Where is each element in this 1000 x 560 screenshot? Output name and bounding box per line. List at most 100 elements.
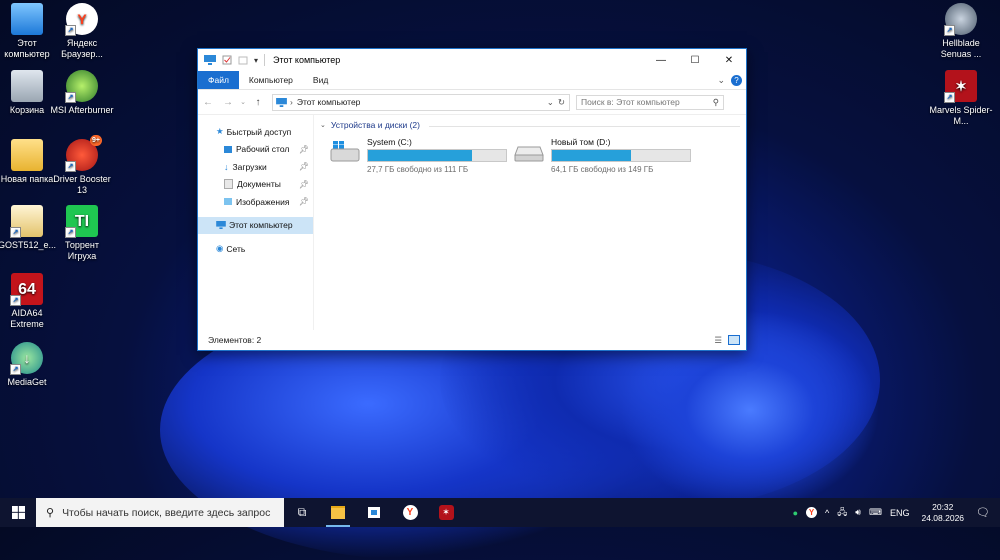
desktop-icon-yandex[interactable]: Y ↗ Яндекс Браузер... xyxy=(50,3,114,60)
navigation-pane: ★ Быстрый доступ Рабочий стол 📌︎ ↓ Загру… xyxy=(198,115,314,330)
desktop-icon-mediaget[interactable]: ↓ ↗ MediaGet xyxy=(0,342,59,388)
tab-computer[interactable]: Компьютер xyxy=(239,71,303,89)
breadcrumb-chevron-icon[interactable]: › xyxy=(290,97,293,107)
maximize-button[interactable]: ☐ xyxy=(678,49,712,71)
drive-item[interactable]: Новый том (D:) 64,1 ГБ свободно из 149 Г… xyxy=(514,137,691,174)
computer-icon xyxy=(11,3,43,35)
pictures-icon xyxy=(224,198,232,206)
spider-man-icon: ✶ ↗ xyxy=(944,70,977,103)
shortcut-arrow-icon: ↗ xyxy=(10,364,21,375)
clock[interactable]: 20:32 24.08.2026 xyxy=(921,502,964,524)
desktop-icon-label: Driver Booster 13 xyxy=(53,174,111,195)
desktop-icon-torrent-igruha[interactable]: TI ↗ Торрент Игруха xyxy=(50,205,114,262)
shortcut-arrow-icon: ↗ xyxy=(944,25,955,36)
details-view-icon[interactable]: ☰ xyxy=(714,335,722,346)
taskbar-explorer[interactable] xyxy=(320,498,356,527)
yandex-browser-icon: Y xyxy=(402,505,418,520)
notifications-icon[interactable]: 🗨︎ xyxy=(976,506,990,519)
address-dropdown-icon[interactable]: ⌄ xyxy=(547,97,554,108)
devices-group-header[interactable]: ⌄ Устройства и диски (2) xyxy=(320,120,420,130)
taskbar-search-input[interactable]: ⚲ Чтобы начать поиск, введите здесь запр… xyxy=(36,498,284,527)
nav-documents[interactable]: Документы 📌︎ xyxy=(198,176,313,194)
nav-pictures[interactable]: Изображения 📌︎ xyxy=(198,193,313,211)
task-view-button[interactable]: ⧉ xyxy=(284,498,320,527)
refresh-icon[interactable]: ↻ xyxy=(558,97,565,108)
close-button[interactable]: ✕ xyxy=(712,49,746,71)
desktop-icon-hellblade[interactable]: ↗ Hellblade Senuas ... xyxy=(929,3,993,60)
nav-quick-access[interactable]: ★ Быстрый доступ xyxy=(198,123,313,141)
search-input[interactable]: Поиск в: Этот компьютер ⚲ xyxy=(576,94,724,110)
collapse-chevron-icon[interactable]: ⌄ xyxy=(320,121,326,129)
drive-free-space: 64,1 ГБ свободно из 149 ГБ xyxy=(551,165,654,174)
shortcut-arrow-icon: ↗ xyxy=(65,25,76,36)
nav-label: Рабочий стол xyxy=(236,144,290,155)
content-pane: ⌄ Устройства и диски (2) System (C:) 27,… xyxy=(314,115,746,330)
pin-icon[interactable]: 📌︎ xyxy=(299,180,309,189)
quick-access-dropdown-icon[interactable]: ▾ xyxy=(254,56,258,65)
pin-icon[interactable]: 📌︎ xyxy=(299,162,309,171)
store-icon xyxy=(368,507,380,518)
forward-arrow-icon[interactable]: → xyxy=(218,97,238,108)
pin-icon[interactable]: 📌︎ xyxy=(299,197,309,206)
title-bar[interactable]: ▾ Этот компьютер — ☐ ✕ xyxy=(198,49,746,71)
explorer-window[interactable]: ▾ Этот компьютер — ☐ ✕ Файл Компьютер Ви… xyxy=(197,48,747,351)
group-title: Устройства и диски (2) xyxy=(330,120,420,130)
ribbon-tabs: Файл Компьютер Вид ⌄ ? xyxy=(198,71,746,90)
nav-desktop[interactable]: Рабочий стол 📌︎ xyxy=(198,141,313,159)
taskbar: ⚲ Чтобы начать поиск, введите здесь запр… xyxy=(0,498,1000,527)
icon-glyph: TI xyxy=(74,212,90,230)
item-count: Элементов: 2 xyxy=(208,335,262,345)
address-bar[interactable]: › Этот компьютер ⌄ ↻ xyxy=(272,93,570,111)
star-icon: ★ xyxy=(216,126,224,137)
desktop-icon-label: MSI Afterburner xyxy=(50,105,114,115)
taskbar-yandex[interactable]: Y xyxy=(392,498,428,527)
desktop-icon-msi-afterburner[interactable]: ↗ MSI Afterburner xyxy=(50,70,114,116)
drive-free-space: 27,7 ГБ свободно из 111 ГБ xyxy=(367,165,469,174)
pin-icon[interactable]: 📌︎ xyxy=(299,145,309,154)
search-placeholder: Чтобы начать поиск, введите здесь запрос xyxy=(62,506,271,519)
new-folder-qa-icon[interactable] xyxy=(238,55,248,65)
nav-label: Сеть xyxy=(226,243,246,254)
tab-view[interactable]: Вид xyxy=(303,71,338,89)
nav-network[interactable]: ◉ Сеть xyxy=(198,240,313,258)
desktop-icon-driver-booster[interactable]: 9+ ↗ Driver Booster 13 xyxy=(50,135,114,196)
search-icon: ⚲ xyxy=(46,507,55,519)
volume-icon[interactable]: 🔊︎ xyxy=(855,507,861,518)
properties-icon[interactable] xyxy=(222,55,232,65)
tab-file[interactable]: Файл xyxy=(198,71,239,89)
network-icon[interactable]: 🖧︎ xyxy=(837,505,847,521)
nav-downloads[interactable]: ↓ Загрузки 📌︎ xyxy=(198,158,313,176)
yandex-tray-icon[interactable]: Y xyxy=(806,507,818,518)
folder-icon xyxy=(11,139,43,171)
drive-item[interactable]: System (C:) 27,7 ГБ свободно из 111 ГБ xyxy=(330,137,507,174)
desktop-icon-label: MediaGet xyxy=(7,377,47,387)
nav-this-pc[interactable]: Этот компьютер xyxy=(198,216,313,234)
minimize-button[interactable]: — xyxy=(644,49,678,71)
back-arrow-icon[interactable]: ← xyxy=(198,97,218,108)
divider xyxy=(264,54,266,66)
taskbar-game[interactable]: ✶ xyxy=(428,498,464,527)
search-placeholder: Поиск в: Этот компьютер xyxy=(581,97,680,107)
desktop-icon-aida64[interactable]: 64 ↗ AIDA64 Extreme xyxy=(0,273,59,330)
window-title: Этот компьютер xyxy=(273,55,341,65)
start-button[interactable] xyxy=(0,498,36,527)
nav-label: Изображения xyxy=(236,196,290,207)
tray-app-icon[interactable]: ● xyxy=(793,508,798,518)
language-indicator[interactable]: ENG xyxy=(890,508,910,518)
system-tray: ● Y ^ 🖧︎ 🔊︎ ⌨ ENG 20:32 24.08.2026 🗨︎ xyxy=(789,498,1000,527)
expand-ribbon-icon[interactable]: ⌄ xyxy=(717,75,725,86)
help-icon[interactable]: ? xyxy=(731,74,742,86)
shortcut-arrow-icon: ↗ xyxy=(10,227,21,238)
yandex-browser-icon: Y ↗ xyxy=(65,3,98,36)
tiles-view-icon[interactable] xyxy=(728,335,740,345)
keyboard-icon[interactable]: ⌨ xyxy=(869,507,882,518)
show-hidden-icons-icon[interactable]: ^ xyxy=(825,508,829,518)
drive-name: Новый том (D:) xyxy=(551,137,611,147)
recycle-bin-icon xyxy=(11,70,43,102)
recent-dropdown-icon[interactable]: ⌄ xyxy=(238,98,248,106)
taskbar-store[interactable] xyxy=(356,498,392,527)
up-arrow-icon[interactable]: ↑ xyxy=(248,97,268,108)
breadcrumb[interactable]: Этот компьютер xyxy=(297,97,361,107)
search-icon[interactable]: ⚲ xyxy=(713,97,719,108)
desktop-icon-spider-man[interactable]: ✶ ↗ Marvels Spider-M... xyxy=(929,70,993,127)
